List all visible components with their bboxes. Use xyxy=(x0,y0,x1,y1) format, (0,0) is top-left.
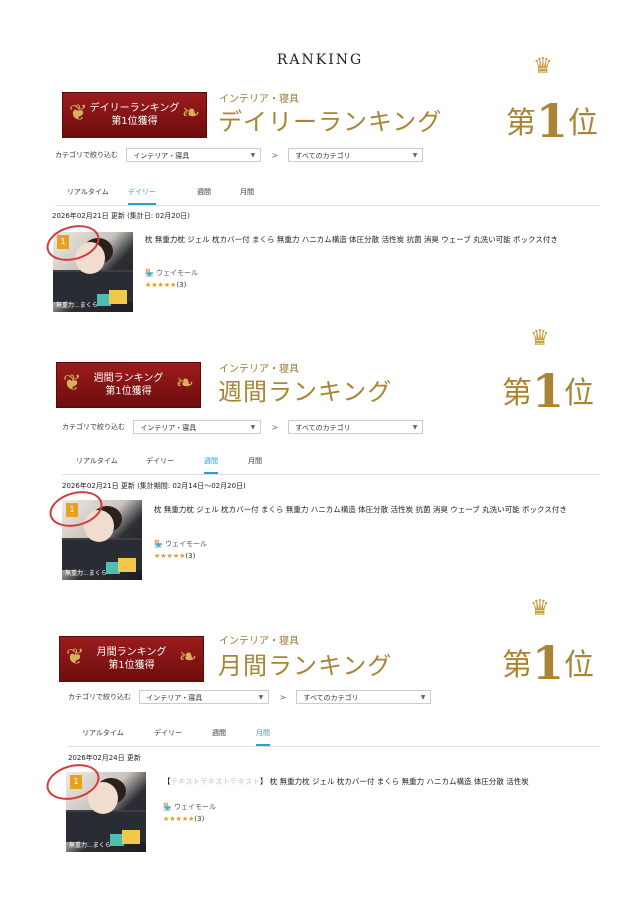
ranking-tabs: リアルタイム デイリー 週間 月間 xyxy=(68,724,600,747)
category-small: インテリア・寝具 xyxy=(219,636,299,647)
subcategory-select[interactable]: すべてのカテゴリ ▼ xyxy=(288,148,424,162)
tab-realtime[interactable]: リアルタイム xyxy=(82,728,124,738)
shop-icon: 🏪 xyxy=(154,540,165,548)
chevron-down-icon: ▼ xyxy=(412,152,418,159)
tab-realtime[interactable]: リアルタイム xyxy=(67,187,109,197)
rating-stars: ★★★★★(3) xyxy=(163,815,205,823)
tab-daily[interactable]: デイリー xyxy=(128,187,156,205)
blurred-text: テキストテキストテキスト xyxy=(170,777,260,786)
shop-name[interactable]: 🏪 ウェイモール xyxy=(145,268,198,278)
chevron-down-icon: ▼ xyxy=(250,424,256,431)
category-filter: カテゴリで絞り込む インテリア・寝具 ▼ > すべてのカテゴリ ▼ xyxy=(55,148,424,164)
crown-icon: ♛ xyxy=(533,54,553,79)
category-big: 週間ランキング xyxy=(218,378,393,406)
filter-label: カテゴリで絞り込む xyxy=(62,423,125,431)
filter-label: カテゴリで絞り込む xyxy=(68,693,131,701)
crown-icon: ♛ xyxy=(530,326,550,351)
separator: > xyxy=(279,692,287,702)
shop-icon: 🏪 xyxy=(163,803,174,811)
chevron-down-icon: ▼ xyxy=(420,694,426,701)
tab-weekly[interactable]: 週間 xyxy=(212,728,226,738)
chevron-down-icon: ▼ xyxy=(412,424,418,431)
thumb-caption: 無重力...まくら xyxy=(69,842,111,849)
tab-weekly[interactable]: 週間 xyxy=(204,456,218,474)
review-count: (3) xyxy=(194,815,205,823)
thumb-caption: 無重力...まくら xyxy=(56,302,98,309)
tab-monthly[interactable]: 月間 xyxy=(256,728,270,746)
tab-daily[interactable]: デイリー xyxy=(154,728,182,738)
product-title[interactable]: 枕 無重力枕 ジェル 枕カバー付 まくら 無重力 ハニカム構造 体圧分散 活性炭… xyxy=(145,234,600,246)
product-title[interactable]: 枕 無重力枕 ジェル 枕カバー付 まくら 無重力 ハニカム構造 体圧分散 活性炭… xyxy=(154,504,602,516)
category-filter: カテゴリで絞り込む インテリア・寝具 ▼ > すべてのカテゴリ ▼ xyxy=(62,420,424,436)
chevron-down-icon: ▼ xyxy=(258,694,264,701)
laurel-left-icon: ❦ xyxy=(69,101,88,126)
ranking-section-monthly: ❦ 月間ランキング 第1位獲得 ❧ インテリア・寝具 月間ランキング ♛ 第1位… xyxy=(0,596,640,882)
ranking-tabs: リアルタイム デイリー 週間 月間 xyxy=(55,183,600,206)
rank-label: 第1位 xyxy=(502,636,595,690)
rating-stars: ★★★★★(3) xyxy=(145,281,187,289)
thumb-caption: 無重力...まくら xyxy=(65,570,107,577)
laurel-right-icon: ❧ xyxy=(178,645,197,670)
update-date: 2026年02月21日 更新 (集計期間: 02月14日〜02月20日) xyxy=(62,482,246,490)
tab-daily[interactable]: デイリー xyxy=(146,456,174,466)
tab-monthly[interactable]: 月間 xyxy=(248,456,262,466)
award-banner: ❦ 月間ランキング 第1位獲得 ❧ xyxy=(59,636,204,682)
tab-realtime[interactable]: リアルタイム xyxy=(76,456,118,466)
rank-label: 第1位 xyxy=(502,364,595,418)
product-title[interactable]: 【テキストテキストテキスト】 枕 無重力枕 ジェル 枕カバー付 まくら 無重力 … xyxy=(163,776,603,788)
review-count: (3) xyxy=(176,281,187,289)
laurel-right-icon: ❧ xyxy=(181,101,200,126)
update-date: 2026年02月24日 更新 xyxy=(68,754,141,762)
ranking-section-weekly: ❦ 週間ランキング 第1位獲得 ❧ インテリア・寝具 週間ランキング ♛ 第1位… xyxy=(0,326,640,612)
filter-label: カテゴリで絞り込む xyxy=(55,151,118,159)
category-big: 月間ランキング xyxy=(218,652,393,680)
laurel-left-icon: ❦ xyxy=(63,371,82,396)
award-banner: ❦ 週間ランキング 第1位獲得 ❧ xyxy=(56,362,201,408)
update-date: 2026年02月21日 更新 (集計日: 02月20日) xyxy=(52,212,190,220)
chevron-down-icon: ▼ xyxy=(250,152,256,159)
review-count: (3) xyxy=(185,552,196,560)
laurel-left-icon: ❦ xyxy=(66,645,85,670)
tab-weekly[interactable]: 週間 xyxy=(197,187,211,197)
shop-name[interactable]: 🏪 ウェイモール xyxy=(154,539,207,549)
laurel-right-icon: ❧ xyxy=(175,371,194,396)
subcategory-select[interactable]: すべてのカテゴリ ▼ xyxy=(288,420,424,434)
category-select[interactable]: インテリア・寝具 ▼ xyxy=(126,148,262,162)
category-filter: カテゴリで絞り込む インテリア・寝具 ▼ > すべてのカテゴリ ▼ xyxy=(68,690,432,706)
rating-stars: ★★★★★(3) xyxy=(154,552,196,560)
subcategory-select[interactable]: すべてのカテゴリ ▼ xyxy=(296,690,432,704)
ranking-tabs: リアルタイム デイリー 週間 月間 xyxy=(62,452,600,475)
category-select[interactable]: インテリア・寝具 ▼ xyxy=(133,420,262,434)
shop-name[interactable]: 🏪 ウェイモール xyxy=(163,802,216,812)
tab-monthly[interactable]: 月間 xyxy=(240,187,254,197)
category-select[interactable]: インテリア・寝具 ▼ xyxy=(139,690,270,704)
shop-icon: 🏪 xyxy=(145,269,156,277)
crown-icon: ♛ xyxy=(530,596,550,621)
separator: > xyxy=(271,150,279,160)
ranking-section-daily: ❦ デイリーランキング 第1位獲得 ❧ インテリア・寝具 デイリーランキング ♛… xyxy=(0,54,640,340)
award-banner: ❦ デイリーランキング 第1位獲得 ❧ xyxy=(62,92,207,138)
category-big: デイリーランキング xyxy=(218,108,443,136)
rank-label: 第1位 xyxy=(506,94,599,148)
separator: > xyxy=(271,422,279,432)
